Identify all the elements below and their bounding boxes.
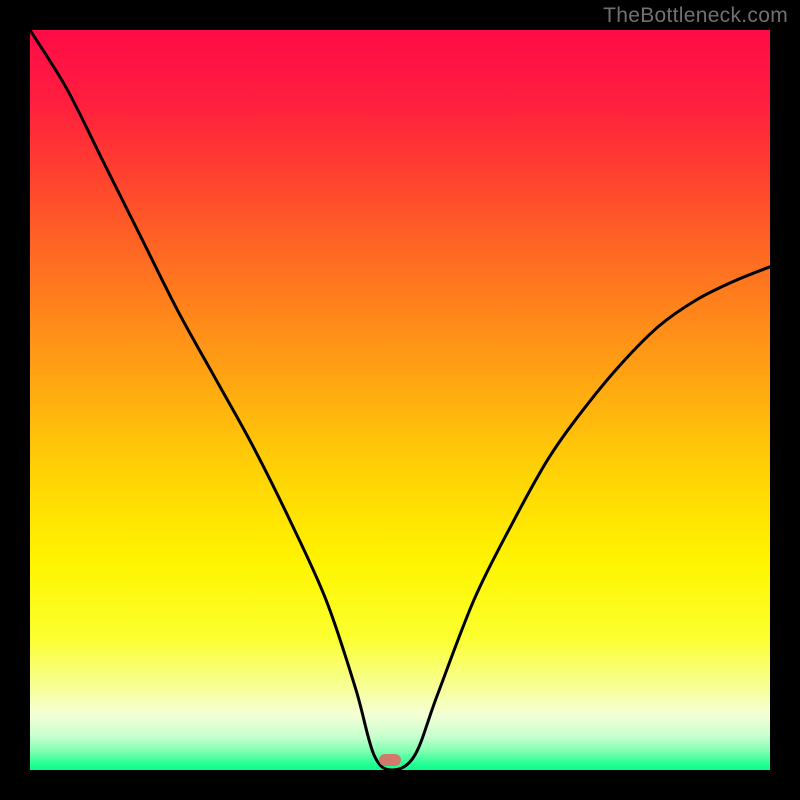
bottleneck-curve — [30, 30, 770, 770]
watermark-text: TheBottleneck.com — [603, 4, 788, 28]
optimal-point-marker — [379, 754, 401, 766]
chart-frame: TheBottleneck.com — [0, 0, 800, 800]
plot-area — [30, 30, 770, 770]
